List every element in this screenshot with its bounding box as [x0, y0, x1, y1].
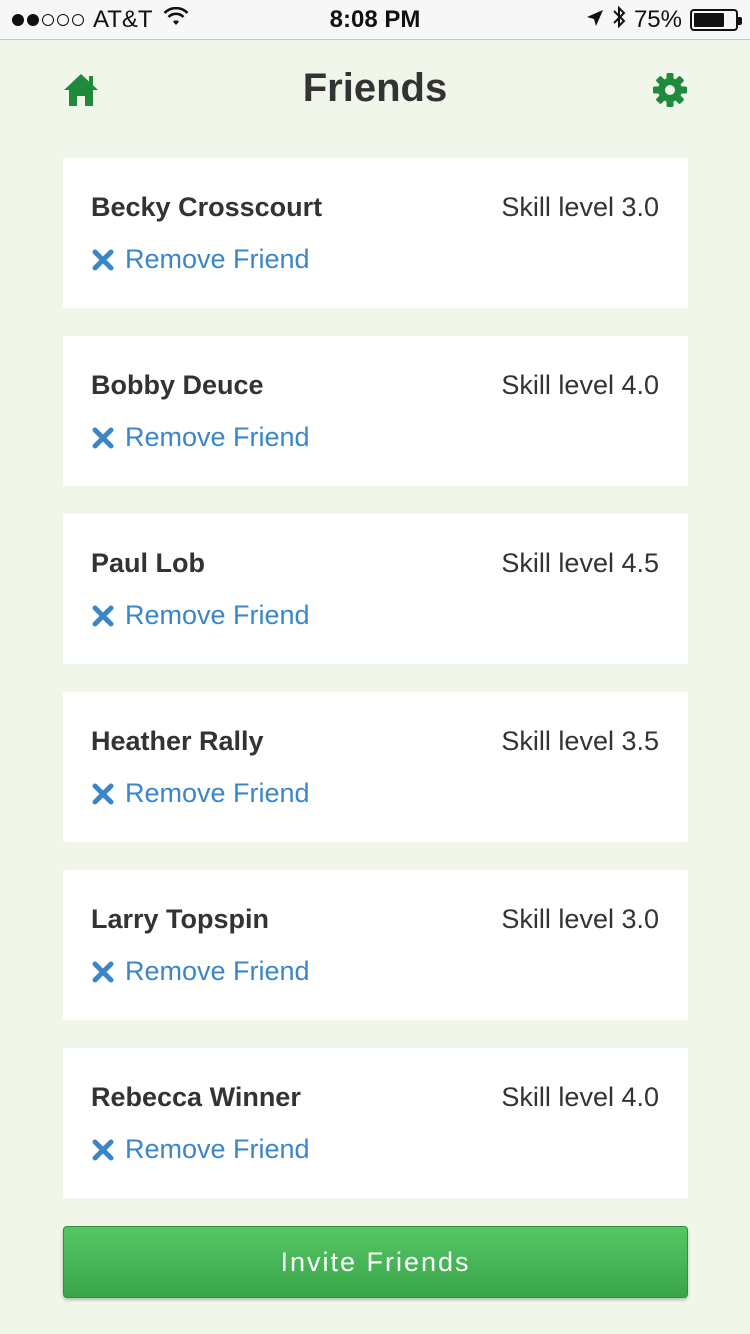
close-icon [91, 248, 115, 272]
friend-name: Becky Crosscourt [91, 192, 323, 222]
friend-name: Bobby Deuce [91, 370, 264, 400]
friend-skill-level: Skill level 4.5 [501, 548, 659, 578]
remove-friend-label: Remove Friend [125, 600, 310, 630]
friend-skill-level: Skill level 3.0 [501, 904, 659, 934]
remove-friend-button[interactable]: Remove Friend [91, 244, 310, 275]
remove-friend-label: Remove Friend [125, 422, 310, 452]
location-arrow-icon [586, 6, 604, 34]
friends-list: Becky Crosscourt Skill level 3.0 Remove … [63, 158, 688, 1226]
invite-friends-button[interactable]: Invite Friends [63, 1226, 688, 1298]
remove-friend-button[interactable]: Remove Friend [91, 422, 310, 453]
friend-name: Heather Rally [91, 726, 264, 756]
status-right: 75% [578, 5, 742, 36]
remove-friend-button[interactable]: Remove Friend [91, 1134, 310, 1165]
remove-friend-label: Remove Friend [125, 778, 310, 808]
status-bar: AT&T 8:08 PM 75% [0, 0, 750, 40]
remove-friend-label: Remove Friend [125, 956, 310, 986]
friend-skill-level: Skill level 3.0 [501, 192, 659, 222]
friend-skill-level: Skill level 4.0 [501, 370, 659, 400]
remove-friend-button[interactable]: Remove Friend [91, 956, 310, 987]
battery-percent: 75% [633, 6, 682, 33]
battery-tip [738, 17, 742, 25]
friend-name: Larry Topspin [91, 904, 270, 934]
friend-skill-level: Skill level 3.5 [501, 726, 659, 756]
battery-icon [690, 9, 742, 31]
battery-fill [694, 13, 724, 27]
close-icon [91, 960, 115, 984]
friend-name: Rebecca Winner [91, 1082, 301, 1112]
close-icon [91, 426, 115, 450]
close-icon [91, 1138, 115, 1162]
remove-friend-label: Remove Friend [125, 244, 310, 274]
remove-friend-button[interactable]: Remove Friend [91, 600, 310, 631]
friend-card: Paul Lob Skill level 4.5 Remove Friend [63, 514, 688, 664]
friend-skill-level: Skill level 4.0 [501, 1082, 659, 1112]
gear-icon [652, 73, 688, 112]
friend-name: Paul Lob [91, 548, 205, 578]
friend-card: Bobby Deuce Skill level 4.0 Remove Frien… [63, 336, 688, 486]
remove-friend-label: Remove Friend [125, 1134, 310, 1164]
friend-card: Rebecca Winner Skill level 4.0 Remove Fr… [63, 1048, 688, 1198]
friend-card: Larry Topspin Skill level 3.0 Remove Fri… [63, 870, 688, 1020]
close-icon [91, 782, 115, 806]
page-title: Friends [302, 66, 448, 110]
friend-card: Becky Crosscourt Skill level 3.0 Remove … [63, 158, 688, 308]
nav-bar: Friends [0, 40, 750, 140]
friend-card: Heather Rally Skill level 3.5 Remove Fri… [63, 692, 688, 842]
settings-button[interactable] [652, 72, 688, 108]
remove-friend-button[interactable]: Remove Friend [91, 778, 310, 809]
close-icon [91, 604, 115, 628]
bluetooth-icon [612, 5, 626, 36]
